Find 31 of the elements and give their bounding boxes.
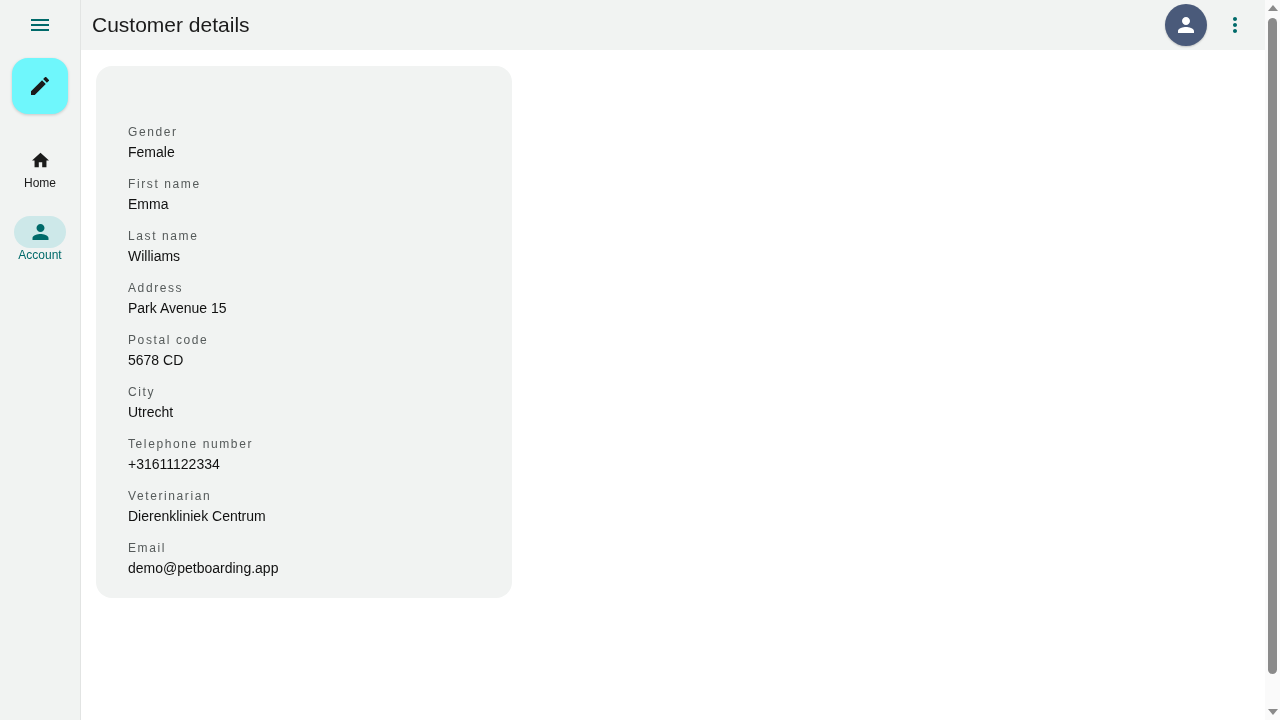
field-label: Gender xyxy=(128,124,179,140)
field-value: +31611122334 xyxy=(128,455,221,474)
scrollbar-thumb[interactable] xyxy=(1268,18,1277,674)
field-label: Veterinarian xyxy=(128,488,213,504)
field-label: Address xyxy=(128,280,185,296)
field-value: Utrecht xyxy=(128,403,175,422)
account-avatar-button[interactable] xyxy=(1165,4,1207,46)
page-title: Customer details xyxy=(92,13,250,37)
nav-item[interactable]: Home xyxy=(12,144,68,190)
person-icon xyxy=(31,224,49,240)
field-value: Dierenkliniek Centrum xyxy=(128,507,267,526)
field-label: Last name xyxy=(128,228,200,244)
scroll-up-arrow-icon[interactable] xyxy=(1267,5,1278,11)
field-value: Park Avenue 15 xyxy=(128,299,228,318)
field-value: Emma xyxy=(128,195,170,214)
home-icon xyxy=(31,152,49,168)
scroll-down-arrow-icon[interactable] xyxy=(1267,709,1278,715)
pencil-icon xyxy=(31,77,49,95)
field-label: Email xyxy=(128,540,167,556)
person-icon xyxy=(1178,17,1194,33)
field-value: Female xyxy=(128,143,176,162)
field-value: 5678 CD xyxy=(128,351,185,370)
more-vertical-icon xyxy=(1233,17,1237,33)
field-label: First name xyxy=(128,176,202,192)
field-label: Telephone number xyxy=(128,436,254,452)
field-label: Postal code xyxy=(128,332,210,348)
field-label: City xyxy=(128,384,157,400)
edit-button[interactable] xyxy=(12,58,68,114)
field-value: Williams xyxy=(128,247,182,266)
menu-icon xyxy=(31,19,49,31)
field-value: demo@petboarding.app xyxy=(128,559,280,578)
